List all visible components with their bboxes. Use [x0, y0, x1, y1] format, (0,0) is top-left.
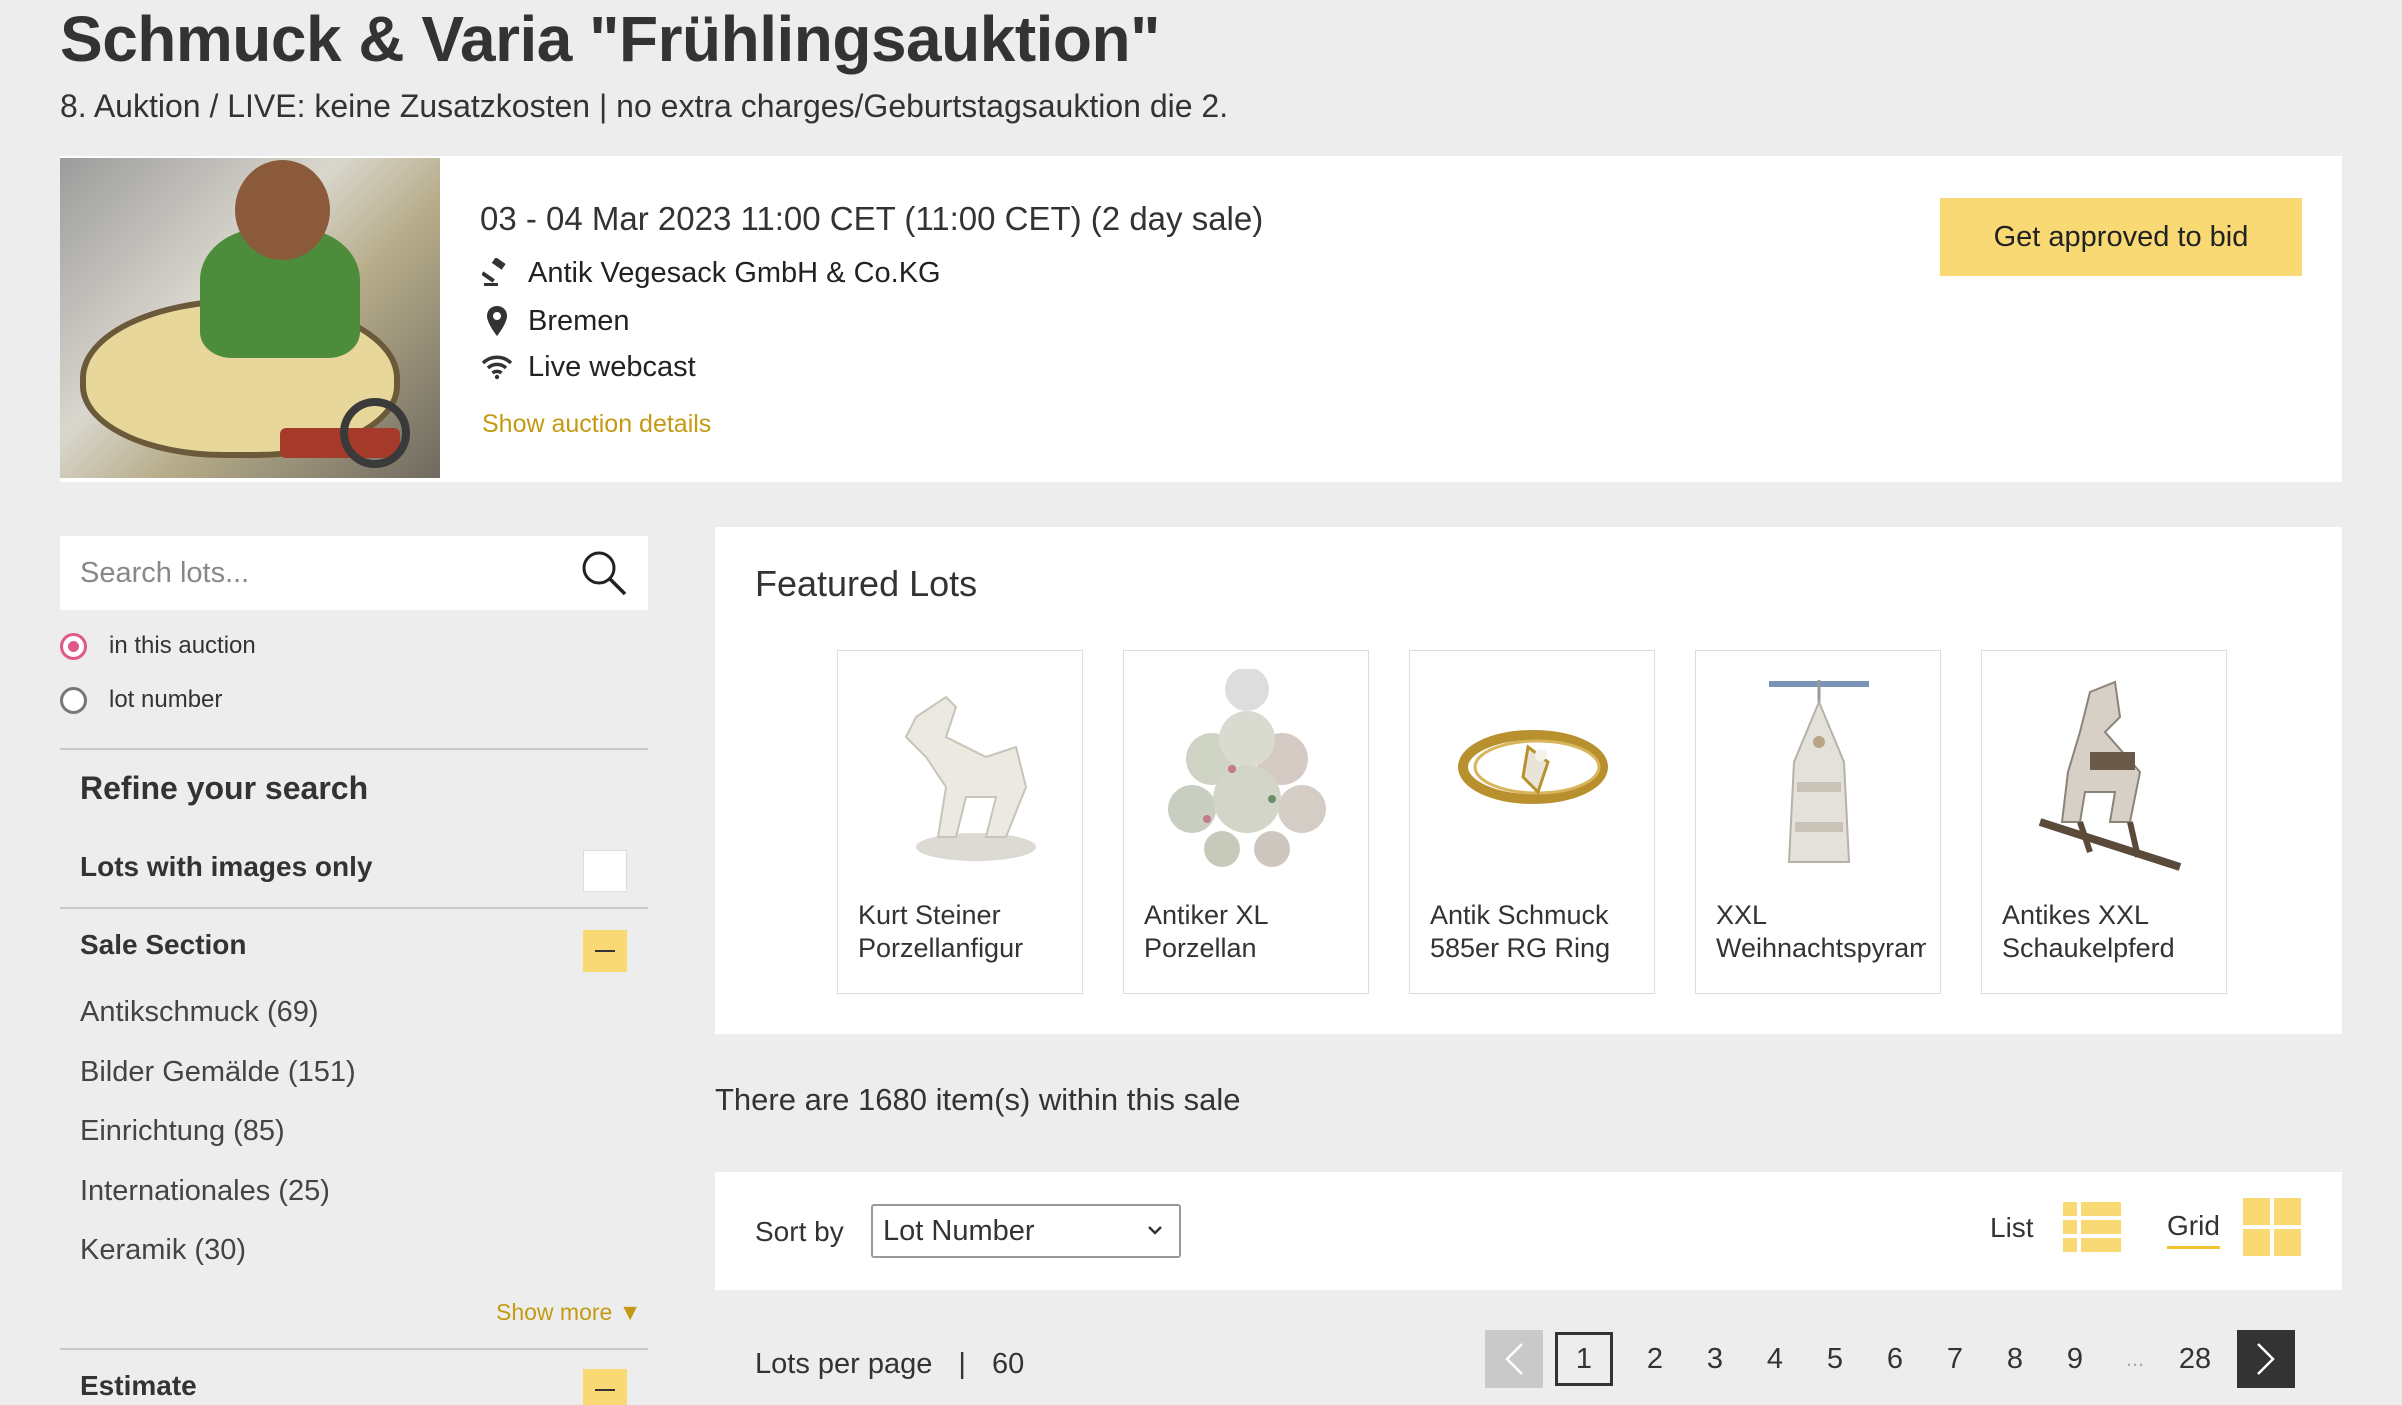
chevron-down-icon [1148, 1226, 1162, 1235]
auction-header-card: 03 - 04 Mar 2023 11:00 CET (11:00 CET) (… [60, 156, 2342, 482]
images-only-checkbox[interactable] [583, 850, 627, 892]
sale-section-item[interactable]: Keramik (30) [80, 1230, 356, 1290]
sidebar-divider [60, 907, 648, 909]
wifi-icon [480, 350, 514, 384]
porcelain-chandelier-image [1144, 669, 1350, 875]
rocking-horse-image [2002, 669, 2208, 875]
page-title: Schmuck & Varia "Frühlingsauktion" [60, 3, 1160, 75]
featured-lot-tile[interactable]: Antiker XL Porzellan Kronleuchter [1123, 650, 1369, 994]
page-number-current[interactable]: 1 [1555, 1332, 1613, 1386]
auction-date: 03 - 04 Mar 2023 11:00 CET (11:00 CET) (… [480, 200, 1264, 237]
page-ellipsis: ... [2125, 1346, 2145, 1371]
lots-per-page: Lots per page | 60 [755, 1348, 1024, 1381]
lots-per-page-value[interactable]: 60 [992, 1348, 1024, 1380]
get-approved-to-bid-button[interactable]: Get approved to bid [1940, 198, 2302, 276]
previous-page-button[interactable] [1485, 1330, 1543, 1388]
sale-section-collapse-button[interactable] [583, 930, 627, 972]
gold-ring-image [1430, 669, 1636, 875]
page-number[interactable]: 2 [1625, 1331, 1685, 1387]
search-icon[interactable] [580, 549, 628, 597]
page-number-last[interactable]: 28 [2165, 1331, 2225, 1387]
sidebar-divider [60, 1348, 648, 1350]
list-view-label[interactable]: List [1990, 1212, 2034, 1244]
scope-option-this-auction[interactable]: in this auction [60, 632, 256, 660]
sidebar-divider [60, 748, 648, 750]
featured-lot-caption: XXL Weihnachtspyramide [1716, 900, 1926, 963]
lot-search-box [60, 536, 648, 610]
page-number[interactable]: 9 [2045, 1331, 2105, 1387]
featured-lot-tile[interactable]: Antik Schmuck 585er RG Ring [1409, 650, 1655, 994]
refine-search-heading: Refine your search [80, 770, 369, 806]
show-more-sections-link[interactable]: Show more ▼ [496, 1299, 641, 1326]
sale-section-item[interactable]: Einrichtung (85) [80, 1111, 356, 1171]
featured-lot-caption: Antiker XL Porzellan Kronleuchter [1144, 900, 1268, 963]
featured-lot-caption: Antik Schmuck 585er RG Ring [1430, 900, 1611, 963]
chevron-left-icon [1505, 1343, 1523, 1375]
pagination: 1 2 3 4 5 6 7 8 9 ... 28 [1485, 1330, 2295, 1388]
page-number[interactable]: 6 [1865, 1331, 1925, 1387]
sale-section-item[interactable]: Antikschmuck (69) [80, 992, 356, 1052]
radio-lot-number[interactable] [60, 686, 87, 714]
scope-option-label: lot number [109, 686, 223, 713]
next-page-button[interactable] [2237, 1330, 2295, 1388]
images-only-label: Lots with images only [80, 851, 373, 882]
porcelain-horse-image [858, 669, 1064, 875]
featured-lot-tile[interactable]: Antikes XXL Schaukelpferd [1981, 650, 2227, 994]
grid-view-label[interactable]: Grid [2167, 1210, 2220, 1249]
christmas-pyramid-image [1716, 669, 1922, 875]
location-pin-icon [480, 304, 514, 338]
sort-label: Sort by [755, 1216, 844, 1247]
scope-option-lot-number[interactable]: lot number [60, 686, 222, 714]
featured-lot-tile[interactable]: Kurt Steiner Porzellanfigur [837, 650, 1083, 994]
sale-section-heading: Sale Section [80, 929, 247, 960]
scope-option-label: in this auction [109, 632, 256, 659]
auction-webcast-row: Live webcast [480, 350, 696, 384]
page-number[interactable]: 8 [1985, 1331, 2045, 1387]
auction-location-row: Bremen [480, 304, 630, 338]
sort-toolbar: Sort by Lot Number List Grid [715, 1172, 2342, 1290]
gavel-icon [480, 256, 514, 290]
sort-selected-value: Lot Number [883, 1214, 1035, 1247]
page-number[interactable]: 4 [1745, 1331, 1805, 1387]
page-subtitle: 8. Auktion / LIVE: keine Zusatzkosten | … [60, 88, 1229, 124]
auction-house-row: Antik Vegesack GmbH & Co.KG [480, 256, 941, 290]
featured-lot-caption: Antikes XXL Schaukelpferd [2002, 900, 2175, 963]
auction-cover-image[interactable] [60, 158, 440, 478]
sale-section-item[interactable]: Bilder Gemälde (151) [80, 1052, 356, 1112]
result-count: There are 1680 item(s) within this sale [715, 1082, 1241, 1117]
sale-section-item[interactable]: Internationales (25) [80, 1171, 356, 1231]
auction-city: Bremen [528, 304, 630, 337]
featured-lots-heading: Featured Lots [755, 563, 978, 604]
sale-section-list: Antikschmuck (69) Bilder Gemälde (151) E… [80, 992, 356, 1290]
page-number[interactable]: 5 [1805, 1331, 1865, 1387]
page-number[interactable]: 3 [1685, 1331, 1745, 1387]
radio-in-this-auction[interactable] [60, 632, 87, 660]
auction-webcast-label: Live webcast [528, 350, 696, 383]
featured-lot-tile[interactable]: XXL Weihnachtspyramide [1695, 650, 1941, 994]
list-view-icon[interactable] [2063, 1198, 2121, 1256]
chevron-right-icon [2257, 1343, 2275, 1375]
estimate-heading: Estimate [80, 1370, 197, 1401]
featured-lots-panel: Featured Lots Kurt Steiner Porzellanfigu… [715, 527, 2342, 1034]
featured-lot-caption: Kurt Steiner Porzellanfigur [858, 900, 1024, 963]
page-number[interactable]: 7 [1925, 1331, 1985, 1387]
estimate-collapse-button[interactable] [583, 1369, 627, 1405]
search-input[interactable] [80, 556, 580, 590]
sort-select[interactable]: Lot Number [871, 1204, 1181, 1258]
show-auction-details-link[interactable]: Show auction details [482, 410, 711, 439]
lots-per-page-separator: | [958, 1348, 966, 1380]
grid-view-icon[interactable] [2243, 1198, 2301, 1256]
auction-house-name[interactable]: Antik Vegesack GmbH & Co.KG [528, 257, 941, 290]
lots-per-page-label: Lots per page [755, 1348, 933, 1380]
